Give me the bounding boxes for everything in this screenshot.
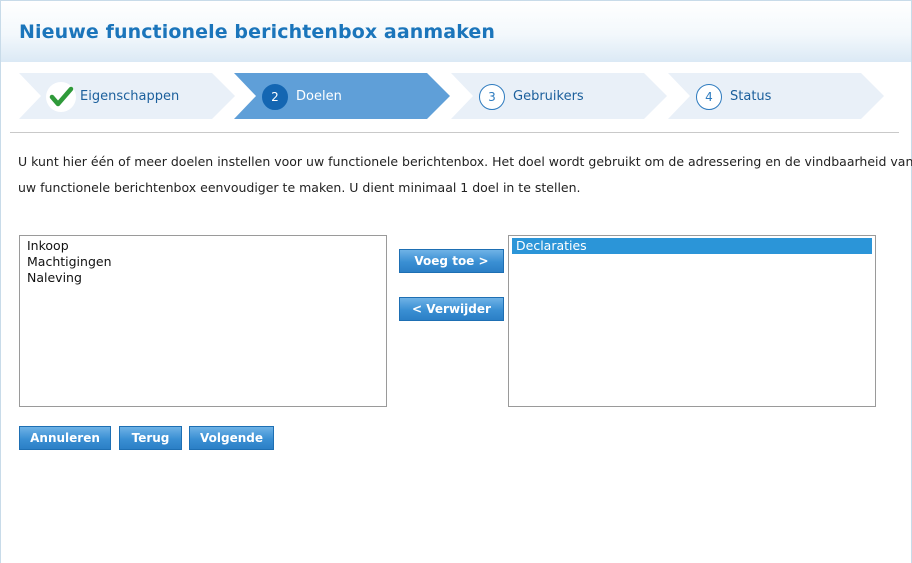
list-item[interactable]: Naleving [23,270,383,286]
step-label: Status [730,89,772,104]
intro-line-2: uw functionele berichtenbox eenvoudiger … [18,180,581,195]
step-number: 4 [696,84,722,110]
page-header: Nieuwe functionele berichtenbox aanmaken [1,0,911,62]
step-label: Eigenschappen [80,89,180,104]
step-number: 2 [262,84,288,110]
intro-line-1: U kunt hier één of meer doelen instellen… [18,154,912,169]
list-item[interactable]: Inkoop [23,238,383,254]
list-item-selected[interactable]: Declaraties [512,238,872,254]
step-eigenschappen[interactable]: Eigenschappen [19,73,236,119]
intro-text: U kunt hier één of meer doelen instellen… [18,149,912,201]
add-goal-button[interactable]: Voeg toe > [399,249,504,273]
step-label: Gebruikers [513,89,584,104]
cancel-button[interactable]: Annuleren [19,426,111,450]
next-button[interactable]: Volgende [189,426,274,450]
available-goals-list[interactable]: Inkoop Machtigingen Naleving [19,235,387,407]
divider [10,132,899,133]
step-label: Doelen [296,89,342,104]
selected-goals-list[interactable]: Declaraties [508,235,876,407]
step-doelen[interactable]: 2 Doelen [234,73,451,119]
remove-goal-button[interactable]: < Verwijder [399,297,504,321]
step-completed-badge [46,82,76,112]
back-button[interactable]: Terug [119,426,182,450]
list-item[interactable]: Machtigingen [23,254,383,270]
step-number: 3 [479,84,505,110]
check-icon [49,86,74,107]
step-gebruikers[interactable]: 3 Gebruikers [451,73,668,119]
page-title: Nieuwe functionele berichtenbox aanmaken [19,21,496,43]
wizard-steps: Eigenschappen 2 Doelen 3 Gebruikers 4 St… [19,73,889,119]
step-status[interactable]: 4 Status [668,73,885,119]
